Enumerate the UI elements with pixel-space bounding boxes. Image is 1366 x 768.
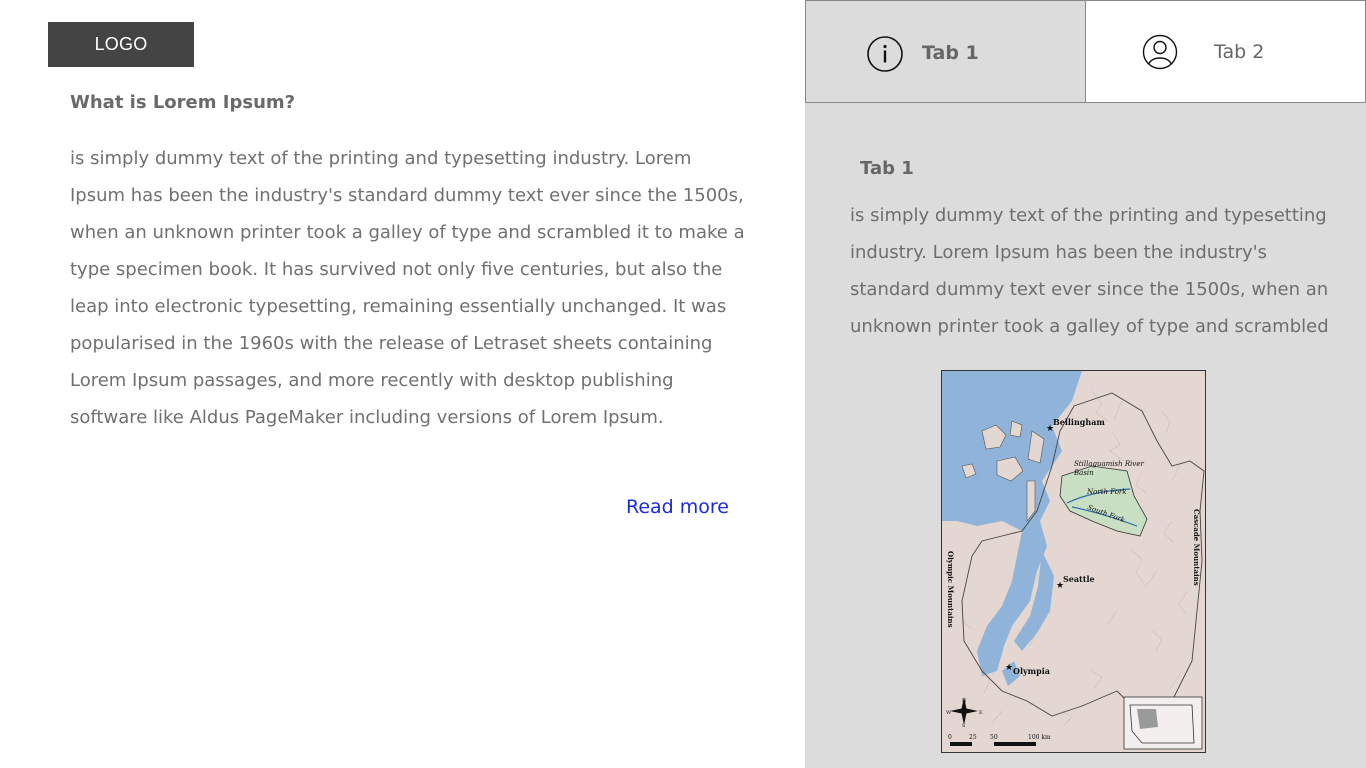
svg-text:★: ★ — [1005, 663, 1013, 673]
tab-panel: Tab 1 Tab 2 Tab 1 is simply dummy text o… — [805, 0, 1366, 768]
label-bellingham: Bellingham — [1053, 417, 1105, 427]
map-image: ★ ★ ★ Bellingham Stillaguamish River Bas… — [941, 370, 1206, 753]
label-basin-line2: Basin — [1073, 469, 1094, 477]
user-icon — [1142, 34, 1178, 70]
tab-2-label: Tab 2 — [1214, 41, 1265, 63]
tab-content-title: Tab 1 — [860, 158, 914, 179]
info-icon — [867, 36, 903, 72]
label-north-fork: North Fork — [1086, 488, 1127, 496]
label-compass-w: W — [946, 710, 952, 716]
article-body: is simply dummy text of the printing and… — [70, 148, 745, 428]
tab-2[interactable]: Tab 2 — [1085, 0, 1366, 103]
label-compass-e: E — [979, 710, 983, 716]
article-title: What is Lorem Ipsum? — [70, 92, 296, 113]
logo[interactable]: LOGO — [48, 22, 194, 67]
tab-1[interactable]: Tab 1 — [805, 0, 1086, 103]
label-olympia: Olympia — [1013, 666, 1050, 676]
label-olympic: Olympic Mountains — [946, 551, 955, 628]
label-basin-line1: Stillaguamish River — [1074, 460, 1144, 468]
label-seattle: Seattle — [1063, 574, 1095, 584]
tab-content-body: is simply dummy text of the printing and… — [850, 205, 1329, 337]
label-scale-50: 50 — [990, 734, 998, 741]
label-compass-s: S — [962, 723, 966, 729]
label-scale-100: 100 km — [1028, 734, 1051, 741]
label-scale-0: 0 — [948, 734, 952, 741]
label-scale-25: 25 — [969, 734, 977, 741]
label-compass-n: N — [962, 698, 967, 704]
label-cascade: Cascade Mountains — [1192, 509, 1201, 586]
read-more-link[interactable]: Read more — [626, 496, 729, 518]
tab-1-label: Tab 1 — [922, 42, 979, 64]
